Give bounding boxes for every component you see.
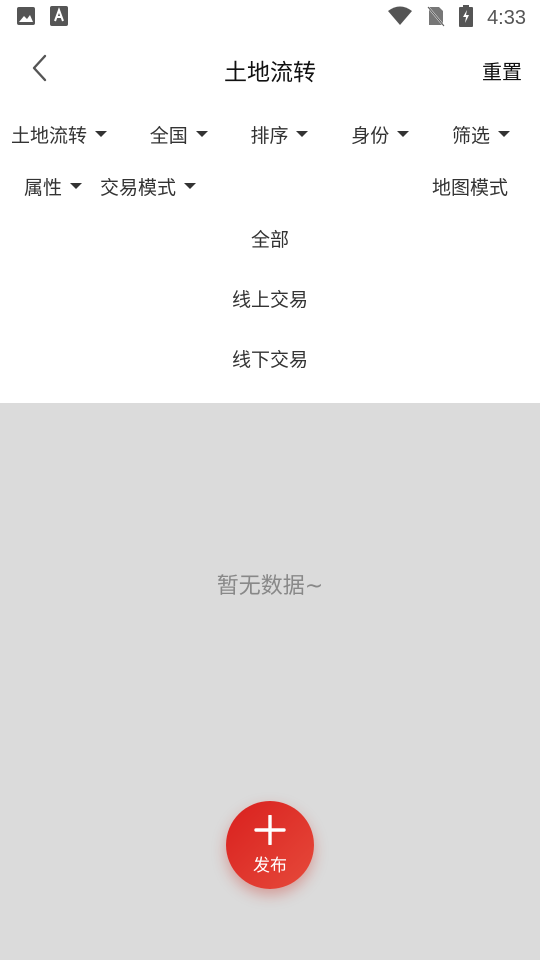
caret-down-icon <box>184 183 197 189</box>
filter-region-dropdown[interactable]: 全国 <box>150 121 208 148</box>
caret-down-icon <box>397 131 410 137</box>
a-text-icon <box>50 6 68 30</box>
back-button[interactable] <box>20 50 60 90</box>
filter-trade-mode-dropdown[interactable]: 交易模式 <box>100 173 197 200</box>
dropdown-option-all[interactable]: 全部 <box>0 208 540 268</box>
dim-overlay[interactable]: 暂无数据~ 发布 <box>0 403 540 960</box>
map-mode-button[interactable]: 地图模式 <box>432 173 508 200</box>
reset-button[interactable]: 重置 <box>482 56 522 85</box>
filter-bar-primary: 土地流转 全国 排序 身份 筛选 <box>0 112 540 156</box>
filter-attribute-dropdown[interactable]: 属性 <box>24 173 83 200</box>
plus-icon <box>253 813 287 849</box>
filter-screen-dropdown[interactable]: 筛选 <box>452 121 510 148</box>
caret-down-icon <box>195 131 208 137</box>
filter-label: 交易模式 <box>100 176 177 199</box>
filter-identity-dropdown[interactable]: 身份 <box>351 121 410 148</box>
publish-fab-button[interactable]: 发布 <box>226 801 314 889</box>
app-bar: 土地流转 重置 <box>0 36 540 104</box>
filter-category-dropdown[interactable]: 土地流转 <box>11 121 108 148</box>
filter-label: 身份 <box>351 124 390 147</box>
fab-label: 发布 <box>253 855 287 876</box>
caret-down-icon <box>296 131 309 137</box>
status-bar: 4:33 <box>0 0 540 36</box>
dropdown-option-online[interactable]: 线上交易 <box>0 268 540 328</box>
caret-down-icon <box>95 131 108 137</box>
no-sim-icon <box>427 5 445 31</box>
page-title: 土地流转 <box>224 60 316 86</box>
battery-charging-icon <box>459 5 474 31</box>
status-left <box>16 6 68 30</box>
filter-bar-secondary: 属性 交易模式 地图模式 <box>0 164 540 208</box>
filter-label: 筛选 <box>451 124 490 147</box>
status-time: 4:33 <box>487 6 526 29</box>
empty-state-text: 暂无数据~ <box>216 574 324 599</box>
filter-label: 土地流转 <box>11 124 88 147</box>
image-icon <box>16 6 36 30</box>
trade-mode-dropdown-menu: 全部 线上交易 线下交易 <box>0 208 540 388</box>
status-right: 4:33 <box>387 5 526 31</box>
chevron-left-icon <box>29 53 51 87</box>
dropdown-option-offline[interactable]: 线下交易 <box>0 328 540 388</box>
caret-down-icon <box>70 183 83 189</box>
filter-label: 排序 <box>250 124 289 147</box>
wifi-icon <box>387 6 413 30</box>
caret-down-icon <box>497 131 510 137</box>
filter-label: 全国 <box>149 124 188 147</box>
filter-sort-dropdown[interactable]: 排序 <box>250 121 309 148</box>
filter-label: 属性 <box>24 176 63 199</box>
